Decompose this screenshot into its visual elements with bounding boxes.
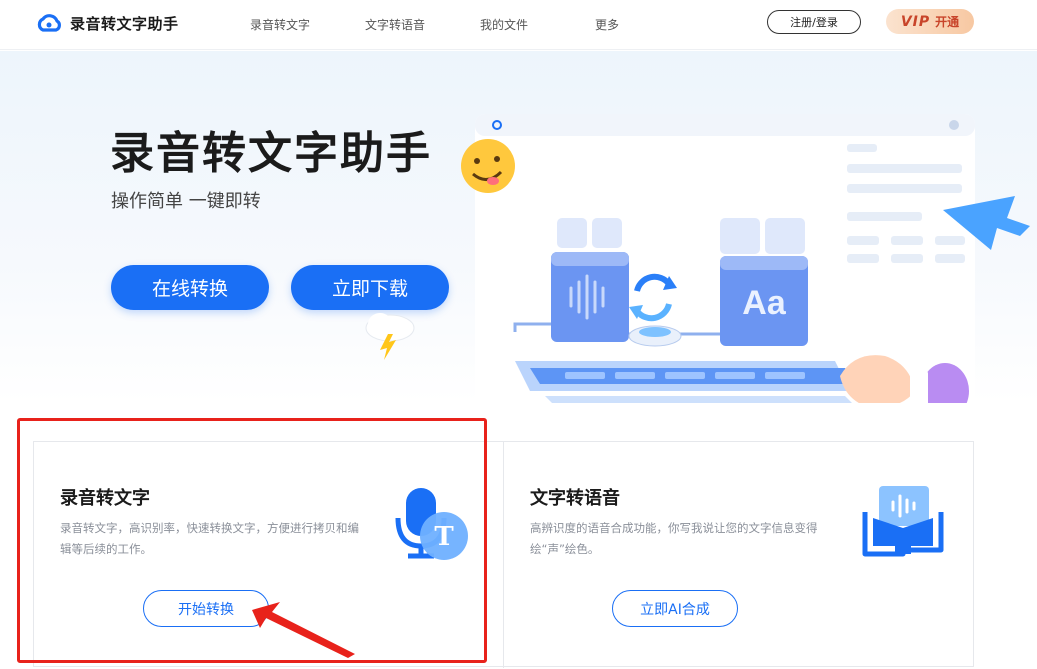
cloud-lightning-icon — [365, 313, 415, 360]
card-title: 录音转文字 — [60, 488, 150, 509]
hero-illustration: Aa — [461, 114, 1030, 403]
feature-cards: 录音转文字 录音转文字，高识别率，快速转换文字，方便进行拷贝和编辑等后续的工作。… — [33, 441, 975, 668]
hero-subtitle: 操作简单 一键即转 — [111, 191, 261, 212]
cloud-logo-icon — [37, 14, 61, 32]
hero-title: 录音转文字助手 — [110, 128, 432, 179]
card-title: 文字转语音 — [530, 488, 620, 509]
voice-book-icon — [862, 486, 944, 557]
download-now-button[interactable]: 立即下载 — [291, 265, 449, 310]
card-audio-to-text: 录音转文字 录音转文字，高识别率，快速转换文字，方便进行拷贝和编辑等后续的工作。… — [34, 442, 504, 668]
card-text-to-speech: 文字转语音 高辨识度的语音合成功能，你写我说让您的文字信息变得绘“声”绘色。 立… — [504, 442, 975, 668]
card-description: 高辨识度的语音合成功能，你写我说让您的文字信息变得绘“声”绘色。 — [530, 521, 818, 556]
nav-item-audio-to-text[interactable]: 录音转文字 — [250, 16, 365, 33]
card-description: 录音转文字，高识别率，快速转换文字，方便进行拷贝和编辑等后续的工作。 — [60, 521, 359, 556]
main-nav: 录音转文字 文字转语音 我的文件 更多 — [250, 16, 710, 33]
illustration-aa-text: Aa — [742, 284, 787, 322]
logo-text: 录音转文字助手 — [70, 14, 179, 33]
login-register-button[interactable]: 注册/登录 — [767, 10, 861, 34]
nav-item-more[interactable]: 更多 — [595, 16, 710, 33]
top-header: 录音转文字助手 录音转文字 文字转语音 我的文件 更多 注册/登录 VIP 开通 — [0, 0, 1037, 50]
start-convert-button[interactable]: 开始转换 — [143, 590, 269, 627]
vip-open-button[interactable]: VIP 开通 — [886, 9, 974, 34]
online-convert-button[interactable]: 在线转换 — [111, 265, 269, 310]
vip-badge: VIP — [900, 13, 931, 30]
logo[interactable]: 录音转文字助手 — [36, 12, 179, 34]
hero-banner: 录音转文字助手 操作简单 一键即转 在线转换 立即下载 Aa — [0, 51, 1037, 403]
microphone-text-icon: T — [395, 488, 468, 560]
vip-open-label: 开通 — [935, 15, 960, 29]
nav-item-my-files[interactable]: 我的文件 — [480, 16, 595, 33]
nav-item-text-to-speech[interactable]: 文字转语音 — [365, 16, 480, 33]
svg-text:T: T — [434, 522, 454, 552]
ai-synthesize-button[interactable]: 立即AI合成 — [612, 590, 738, 627]
